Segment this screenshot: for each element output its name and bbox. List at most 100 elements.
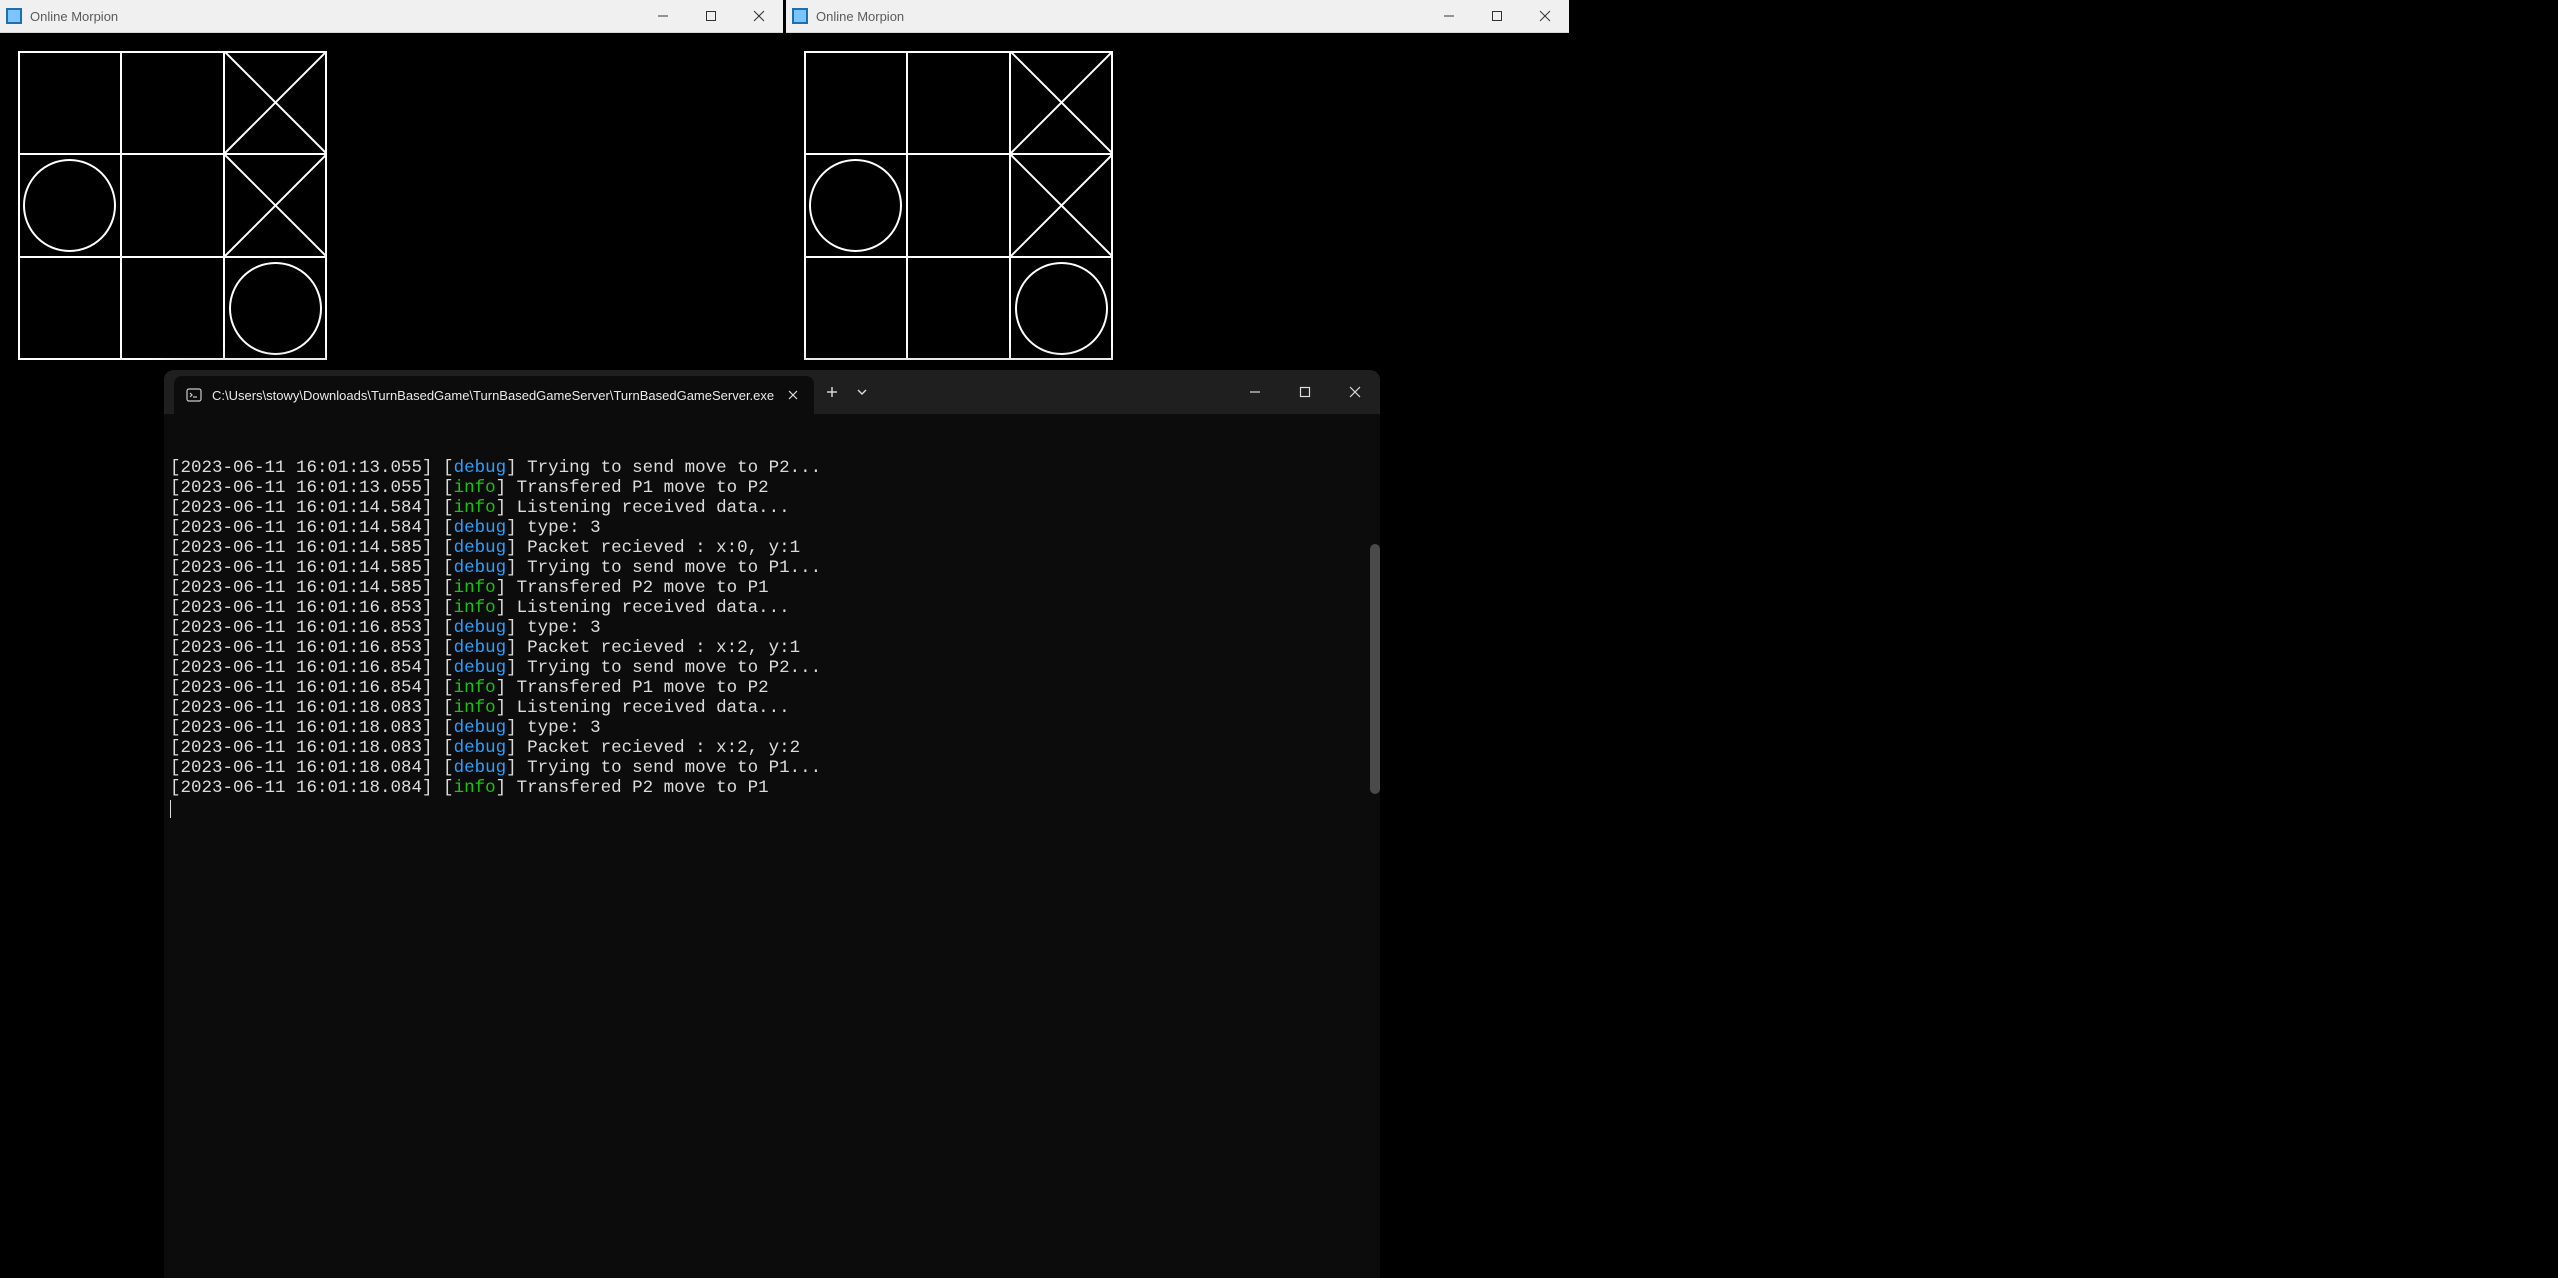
mark-o	[24, 160, 115, 251]
log-timestamp: [2023-06-11 16:01:16.853]	[170, 598, 443, 618]
log-timestamp: [2023-06-11 16:01:16.853]	[170, 638, 443, 658]
log-timestamp: [2023-06-11 16:01:14.585]	[170, 558, 443, 578]
log-level: debug	[454, 638, 507, 658]
mark-o	[230, 263, 321, 354]
log-line: [2023-06-11 16:01:13.055] [debug] Trying…	[170, 458, 1374, 478]
log-line: [2023-06-11 16:01:18.083] [debug] Packet…	[170, 738, 1374, 758]
log-timestamp: [2023-06-11 16:01:18.084]	[170, 778, 443, 798]
log-timestamp: [2023-06-11 16:01:13.055]	[170, 458, 443, 478]
log-line: [2023-06-11 16:01:14.585] [info] Transfe…	[170, 578, 1374, 598]
log-level: info	[454, 498, 496, 518]
log-line: [2023-06-11 16:01:18.083] [info] Listeni…	[170, 698, 1374, 718]
log-line: [2023-06-11 16:01:18.084] [info] Transfe…	[170, 778, 1374, 798]
mark-o	[1016, 263, 1107, 354]
log-line: [2023-06-11 16:01:14.585] [debug] Trying…	[170, 558, 1374, 578]
terminal-window-controls	[1230, 370, 1380, 414]
log-message: Trying to send move to P2...	[527, 658, 821, 678]
new-tab-button[interactable]	[814, 370, 850, 414]
window-controls	[1425, 0, 1569, 32]
terminal-output[interactable]: [2023-06-11 16:01:13.055] [debug] Trying…	[164, 414, 1380, 1278]
log-timestamp: [2023-06-11 16:01:18.083]	[170, 698, 443, 718]
log-level: info	[454, 578, 496, 598]
log-message: type: 3	[527, 718, 601, 738]
log-message: Transfered P2 move to P1	[517, 778, 769, 798]
log-line: [2023-06-11 16:01:16.853] [debug] type: …	[170, 618, 1374, 638]
log-timestamp: [2023-06-11 16:01:18.083]	[170, 718, 443, 738]
log-message: type: 3	[527, 518, 601, 538]
log-level: debug	[454, 738, 507, 758]
app-icon	[792, 8, 808, 24]
tab-close-button[interactable]	[784, 388, 802, 403]
titlebar[interactable]: Online Morpion	[0, 0, 783, 33]
app-icon	[6, 8, 22, 24]
cursor-line	[170, 798, 1374, 818]
log-timestamp: [2023-06-11 16:01:16.854]	[170, 678, 443, 698]
log-timestamp: [2023-06-11 16:01:14.585]	[170, 578, 443, 598]
log-level: debug	[454, 718, 507, 738]
window-title: Online Morpion	[30, 9, 639, 24]
tictactoe-board[interactable]	[18, 51, 327, 360]
minimize-button[interactable]	[1425, 0, 1473, 32]
terminal-icon	[186, 387, 202, 403]
terminal-minimize-button[interactable]	[1230, 370, 1280, 414]
log-line: [2023-06-11 16:01:18.084] [debug] Trying…	[170, 758, 1374, 778]
log-message: Transfered P2 move to P1	[517, 578, 769, 598]
mark-o	[810, 160, 901, 251]
log-timestamp: [2023-06-11 16:01:14.584]	[170, 518, 443, 538]
log-message: Packet recieved : x:0, y:1	[527, 538, 800, 558]
log-timestamp: [2023-06-11 16:01:16.853]	[170, 618, 443, 638]
tab-dropdown-button[interactable]	[850, 370, 874, 414]
window-title: Online Morpion	[816, 9, 1425, 24]
maximize-button[interactable]	[1473, 0, 1521, 32]
log-level: debug	[454, 538, 507, 558]
log-level: debug	[454, 658, 507, 678]
log-message: type: 3	[527, 618, 601, 638]
terminal-close-button[interactable]	[1330, 370, 1380, 414]
log-level: debug	[454, 558, 507, 578]
log-level: debug	[454, 518, 507, 538]
tictactoe-board[interactable]	[804, 51, 1113, 360]
titlebar[interactable]: Online Morpion	[786, 0, 1569, 33]
text-cursor	[170, 800, 171, 818]
log-timestamp: [2023-06-11 16:01:14.585]	[170, 538, 443, 558]
log-level: info	[454, 778, 496, 798]
maximize-button[interactable]	[687, 0, 735, 32]
log-line: [2023-06-11 16:01:14.585] [debug] Packet…	[170, 538, 1374, 558]
log-timestamp: [2023-06-11 16:01:18.084]	[170, 758, 443, 778]
close-button[interactable]	[1521, 0, 1569, 32]
log-line: [2023-06-11 16:01:14.584] [info] Listeni…	[170, 498, 1374, 518]
terminal-scrollbar[interactable]	[1370, 544, 1380, 794]
log-line: [2023-06-11 16:01:16.853] [info] Listeni…	[170, 598, 1374, 618]
log-level: info	[454, 598, 496, 618]
log-message: Packet recieved : x:2, y:1	[527, 638, 800, 658]
log-timestamp: [2023-06-11 16:01:13.055]	[170, 478, 443, 498]
log-level: info	[454, 478, 496, 498]
terminal-tab-title: C:\Users\stowy\Downloads\TurnBasedGame\T…	[212, 388, 774, 403]
log-message: Packet recieved : x:2, y:2	[527, 738, 800, 758]
log-line: [2023-06-11 16:01:16.854] [info] Transfe…	[170, 678, 1374, 698]
terminal-tabstrip[interactable]: C:\Users\stowy\Downloads\TurnBasedGame\T…	[164, 370, 1380, 414]
log-line: [2023-06-11 16:01:13.055] [info] Transfe…	[170, 478, 1374, 498]
minimize-button[interactable]	[639, 0, 687, 32]
log-message: Listening received data...	[517, 698, 790, 718]
log-line: [2023-06-11 16:01:16.853] [debug] Packet…	[170, 638, 1374, 658]
log-timestamp: [2023-06-11 16:01:16.854]	[170, 658, 443, 678]
log-line: [2023-06-11 16:01:18.083] [debug] type: …	[170, 718, 1374, 738]
log-message: Transfered P1 move to P2	[517, 478, 769, 498]
log-line: [2023-06-11 16:01:16.854] [debug] Trying…	[170, 658, 1374, 678]
terminal-window: C:\Users\stowy\Downloads\TurnBasedGame\T…	[164, 370, 1380, 1278]
log-level: info	[454, 698, 496, 718]
window-controls	[639, 0, 783, 32]
log-level: debug	[454, 458, 507, 478]
log-message: Listening received data...	[517, 498, 790, 518]
terminal-maximize-button[interactable]	[1280, 370, 1330, 414]
log-message: Trying to send move to P1...	[527, 558, 821, 578]
log-message: Listening received data...	[517, 598, 790, 618]
log-level: info	[454, 678, 496, 698]
log-message: Trying to send move to P2...	[527, 458, 821, 478]
log-timestamp: [2023-06-11 16:01:14.584]	[170, 498, 443, 518]
log-message: Trying to send move to P1...	[527, 758, 821, 778]
terminal-tab-active[interactable]: C:\Users\stowy\Downloads\TurnBasedGame\T…	[174, 376, 814, 414]
close-button[interactable]	[735, 0, 783, 32]
log-level: debug	[454, 618, 507, 638]
